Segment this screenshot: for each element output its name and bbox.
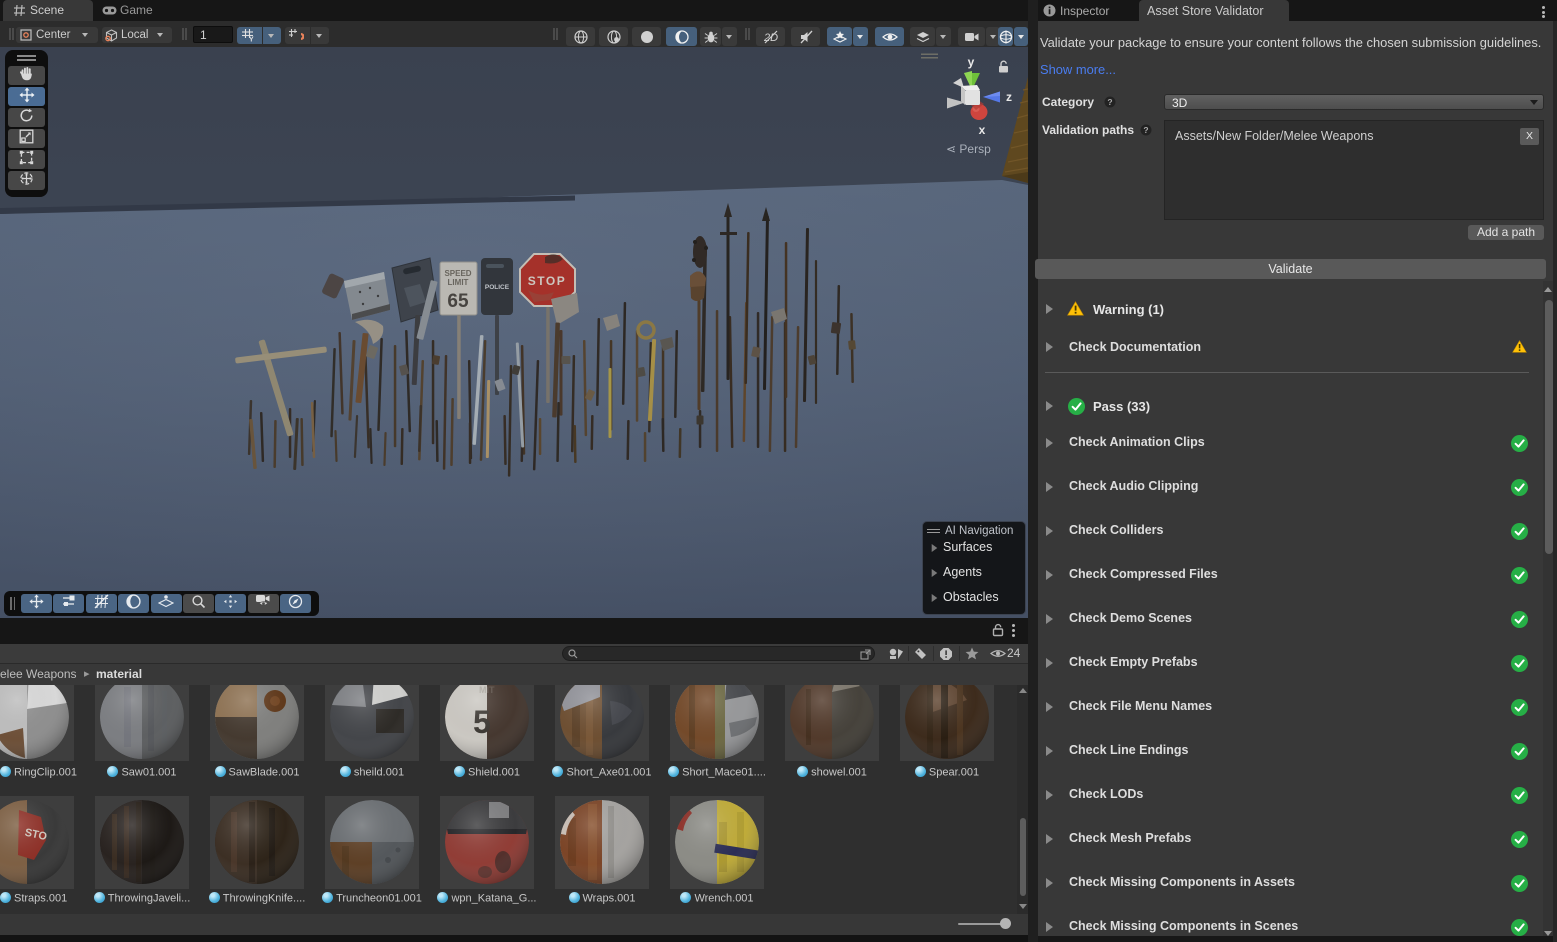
svg-text:POLICE: POLICE	[485, 284, 510, 291]
svg-text:LIMIT: LIMIT	[448, 278, 469, 287]
svg-text:z: z	[1006, 90, 1012, 104]
svg-text:⋖ Persp: ⋖ Persp	[946, 142, 991, 156]
svg-text:y: y	[968, 55, 975, 69]
svg-text:65: 65	[447, 291, 469, 312]
svg-text:Y: Y	[249, 37, 254, 43]
svg-text:x: x	[979, 123, 986, 137]
svg-text:?: ?	[1143, 125, 1148, 135]
svg-text:SPEED: SPEED	[444, 269, 471, 278]
svg-text:?: ?	[1107, 97, 1112, 107]
svg-text:STOP: STOP	[528, 274, 566, 288]
